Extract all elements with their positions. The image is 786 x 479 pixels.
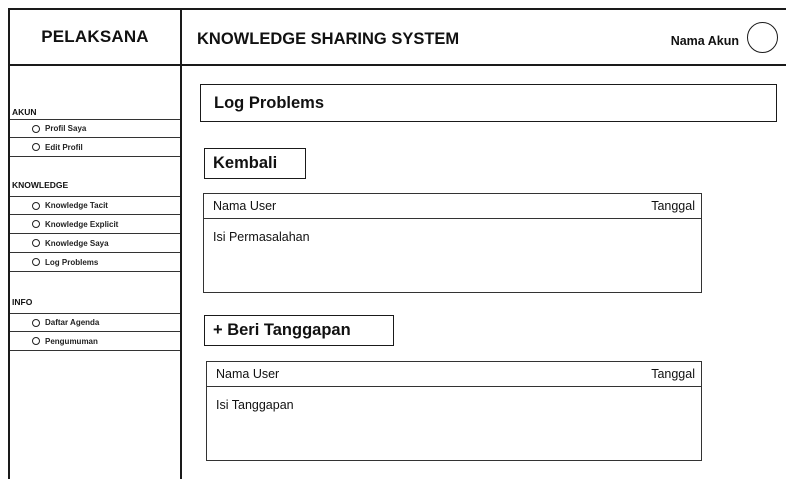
sidebar-item-label: Knowledge Tacit xyxy=(45,201,108,210)
sidebar-item-label: Log Problems xyxy=(45,257,99,267)
circle-bullet-icon xyxy=(32,318,40,327)
reply-button[interactable]: + Beri Tanggapan xyxy=(204,315,394,346)
account-name[interactable]: Nama Akun xyxy=(671,34,739,48)
problem-content: Isi Permasalahan xyxy=(213,230,310,244)
page-title: Log Problems xyxy=(200,84,777,122)
sidebar-item-label: Edit Profil xyxy=(45,142,83,152)
top-bar: KNOWLEDGE SHARING SYSTEM Nama Akun xyxy=(182,10,786,66)
response-date: Tanggal xyxy=(651,367,695,381)
response-card-header: Nama User Tanggal xyxy=(207,362,701,387)
app-title: KNOWLEDGE SHARING SYSTEM xyxy=(197,30,460,48)
circle-bullet-icon xyxy=(32,258,40,266)
circle-bullet-icon xyxy=(32,337,40,345)
sidebar-item-knowledge-explicit[interactable]: Knowledge Explicit xyxy=(10,215,180,234)
circle-bullet-icon xyxy=(32,201,40,210)
response-card: Nama User Tanggal Isi Tanggapan xyxy=(206,361,702,461)
sidebar-item-knowledge-tacit[interactable]: Knowledge Tacit xyxy=(10,196,180,215)
sidebar-item-label: Knowledge Saya xyxy=(45,238,109,248)
sidebar-section-info: INFO xyxy=(12,297,33,307)
sidebar-section-akun: AKUN xyxy=(12,107,37,117)
sidebar-item-profil-saya[interactable]: Profil Saya xyxy=(10,119,180,138)
sidebar-item-label: Daftar Agenda xyxy=(45,318,100,327)
problem-date: Tanggal xyxy=(651,199,695,213)
sidebar-item-label: Profil Saya xyxy=(45,124,87,133)
sidebar-item-pengumuman[interactable]: Pengumuman xyxy=(10,332,180,351)
problem-card-header: Nama User Tanggal xyxy=(204,194,701,219)
sidebar-item-log-problems[interactable]: Log Problems xyxy=(10,253,180,272)
avatar-circle-icon[interactable] xyxy=(747,22,778,53)
circle-bullet-icon xyxy=(32,220,40,228)
response-user-name: Nama User xyxy=(216,367,280,381)
brand-role: PELAKSANA xyxy=(10,10,182,66)
sidebar-item-knowledge-saya[interactable]: Knowledge Saya xyxy=(10,234,180,253)
sidebar-section-knowledge: KNOWLEDGE xyxy=(12,180,69,190)
circle-bullet-icon xyxy=(32,239,40,247)
problem-card: Nama User Tanggal Isi Permasalahan xyxy=(203,193,702,293)
response-content: Isi Tanggapan xyxy=(216,398,294,412)
sidebar-item-label: Pengumuman xyxy=(45,336,98,346)
sidebar: AKUN Profil Saya Edit Profil KNOWLEDGE K… xyxy=(10,66,182,479)
sidebar-item-daftar-agenda[interactable]: Daftar Agenda xyxy=(10,313,180,332)
sidebar-item-label: Knowledge Explicit xyxy=(45,219,119,229)
back-button[interactable]: Kembali xyxy=(204,148,306,179)
sidebar-item-edit-profil[interactable]: Edit Profil xyxy=(10,138,180,157)
circle-bullet-icon xyxy=(32,124,40,133)
circle-bullet-icon xyxy=(32,143,40,151)
problem-user-name: Nama User xyxy=(213,199,277,213)
